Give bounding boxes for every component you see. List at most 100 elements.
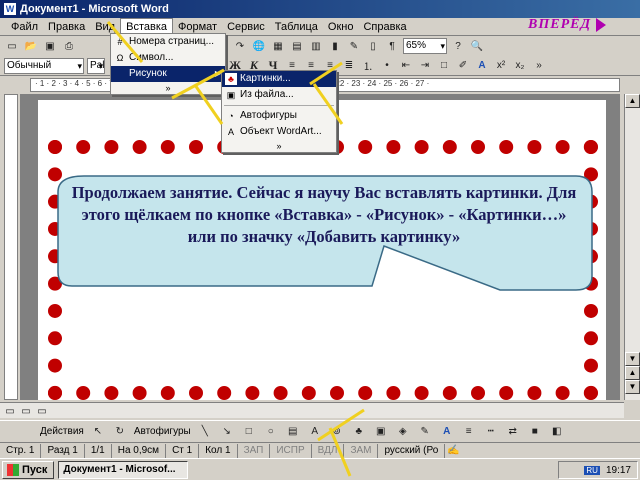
status-language: русский (Ро <box>378 443 446 458</box>
windows-flag-icon <box>7 463 19 476</box>
open-folder-icon[interactable]: 📂 <box>23 38 39 54</box>
menu-picture[interactable]: Рисунок ▶ <box>111 66 225 82</box>
forward-button[interactable]: ВПЕРЁД <box>528 17 606 33</box>
textbox-icon[interactable]: ▤ <box>285 424 301 440</box>
page-number-icon: # <box>117 37 123 47</box>
columns-icon[interactable]: ▮ <box>327 38 343 54</box>
line-icon[interactable]: ╲ <box>197 424 213 440</box>
zoom-select[interactable]: 65% <box>403 38 447 54</box>
prev-page-icon[interactable]: ▲ <box>625 366 640 380</box>
increase-indent-icon[interactable]: ⇥ <box>417 58 433 74</box>
shadow-icon[interactable]: ■ <box>527 424 543 440</box>
forward-arrow-icon <box>595 17 606 32</box>
window-titlebar: W Документ1 - Microsoft Word <box>0 0 640 18</box>
status-page: Стр. 1 <box>0 443 42 458</box>
drawing-toolbar: Действия ↖ ↻ Автофигуры ╲ ↘ □ ○ ▤ A ⊚ ♣ … <box>0 420 640 442</box>
insert-table-icon[interactable]: ▤ <box>289 38 305 54</box>
drawing-icon[interactable]: ✎ <box>346 38 362 54</box>
3d-icon[interactable]: ◧ <box>549 424 565 440</box>
status-rec[interactable]: ЗАП <box>238 443 271 458</box>
apple-page-border <box>48 140 598 400</box>
numbering-icon[interactable]: ⒈ <box>360 58 376 74</box>
menu-page-numbers[interactable]: # Номера страниц... <box>111 34 225 50</box>
select-objects-icon[interactable]: ↖ <box>90 424 106 440</box>
menu-tools[interactable]: Сервис <box>222 19 270 35</box>
menu-window[interactable]: Окно <box>323 19 359 35</box>
dash-style-icon[interactable]: ┅ <box>483 424 499 440</box>
next-page-icon[interactable]: ▼ <box>625 380 640 394</box>
word-app-icon: W <box>4 3 16 15</box>
print-icon[interactable]: ⎙ <box>61 38 77 54</box>
start-button[interactable]: Пуск <box>2 460 55 479</box>
normal-view-icon[interactable]: ▭ <box>2 403 18 419</box>
print-view-icon[interactable]: ▭ <box>34 403 50 419</box>
hyperlink-icon[interactable]: 🌐 <box>251 38 267 54</box>
toolbar-options-icon[interactable]: » <box>531 58 547 74</box>
menu-help[interactable]: Справка <box>358 19 411 35</box>
menu-wordart-label: Объект WordArt... <box>240 126 322 137</box>
autoshapes-menu[interactable]: Автофигуры <box>134 426 191 437</box>
style-select[interactable]: Обычный <box>4 57 84 74</box>
tables-borders-icon[interactable]: ▦ <box>270 38 286 54</box>
menu-symbol[interactable]: Ω Символ... <box>111 50 225 66</box>
status-ovr[interactable]: ЗАМ <box>344 443 379 458</box>
wordart-icon[interactable]: A <box>307 424 323 440</box>
new-document-icon[interactable]: ▭ <box>4 38 20 54</box>
status-track[interactable]: ИСПР <box>270 443 312 458</box>
menu-wordart[interactable]: A Объект WordArt... <box>222 124 336 140</box>
scroll-down-icon[interactable]: ▼ <box>625 352 640 366</box>
web-view-icon[interactable]: ▭ <box>18 403 34 419</box>
status-pages: 1/1 <box>85 443 112 458</box>
menu-clipart[interactable]: ♣ Картинки... <box>222 71 336 87</box>
find-icon[interactable]: 🔍 <box>469 38 485 54</box>
vertical-scrollbar[interactable]: ▲ ▼ ▲ ▼ <box>624 94 640 400</box>
oval-icon[interactable]: ○ <box>263 424 279 440</box>
superscript-icon[interactable]: x² <box>493 58 509 74</box>
insert-excel-icon[interactable]: ▥ <box>308 38 324 54</box>
window-title: Документ1 - Microsoft Word <box>20 3 169 15</box>
insert-picture-icon[interactable]: ▣ <box>373 424 389 440</box>
menu-file[interactable]: Файл <box>6 19 43 35</box>
arrow-style-icon[interactable]: ⇄ <box>505 424 521 440</box>
clock: 19:17 <box>605 464 631 476</box>
free-rotate-icon[interactable]: ↻ <box>112 424 128 440</box>
vertical-ruler <box>4 94 18 400</box>
scroll-up-icon[interactable]: ▲ <box>625 94 640 108</box>
insert-clipart-icon[interactable]: ♣ <box>351 424 367 440</box>
drawing-actions-menu[interactable]: Действия <box>40 426 84 437</box>
arrow-icon[interactable]: ↘ <box>219 424 235 440</box>
subscript-icon[interactable]: x₂ <box>512 58 528 74</box>
save-icon[interactable]: ▣ <box>42 38 58 54</box>
border-icon[interactable]: □ <box>436 58 452 74</box>
drawing-font-color-icon[interactable]: A <box>439 424 455 440</box>
show-hide-icon[interactable]: ¶ <box>384 38 400 54</box>
line-style-icon[interactable]: ≡ <box>461 424 477 440</box>
expand-menu-icon[interactable]: » <box>111 82 225 94</box>
font-color-icon[interactable]: A <box>474 58 490 74</box>
highlight-icon[interactable]: ✐ <box>455 58 471 74</box>
taskbar-word-item[interactable]: Документ1 - Microsof... <box>58 460 189 479</box>
justify-icon[interactable]: ≣ <box>341 58 357 74</box>
expand-submenu-icon[interactable]: » <box>222 140 336 152</box>
diagram-icon[interactable]: ⊚ <box>329 424 345 440</box>
callout-text: Продолжаем занятие. Сейчас я научу Вас в… <box>71 183 577 246</box>
language-indicator[interactable]: RU <box>584 465 600 475</box>
font-select[interactable]: Palatino Linotype <box>87 57 105 74</box>
menu-picture-label: Рисунок <box>129 68 167 79</box>
document-map-icon[interactable]: ▯ <box>365 38 381 54</box>
forward-label: ВПЕРЁД <box>528 17 592 32</box>
help-icon[interactable]: ? <box>450 38 466 54</box>
redo-icon[interactable]: ↷ <box>232 38 248 54</box>
fill-color-icon[interactable]: ◈ <box>395 424 411 440</box>
menu-autoshapes[interactable]: ◔ Автофигуры <box>222 108 336 124</box>
menu-table[interactable]: Таблица <box>270 19 323 35</box>
menu-separator <box>224 105 334 106</box>
decrease-indent-icon[interactable]: ⇤ <box>398 58 414 74</box>
rectangle-icon[interactable]: □ <box>241 424 257 440</box>
menu-edit[interactable]: Правка <box>43 19 90 35</box>
menu-from-file[interactable]: ▣ Из файла... <box>222 87 336 103</box>
horizontal-scrollbar[interactable]: ▭ ▭ ▭ <box>0 402 624 418</box>
bullets-icon[interactable]: • <box>379 58 395 74</box>
line-color-icon[interactable]: ✎ <box>417 424 433 440</box>
status-ext[interactable]: ВДЛ <box>312 443 345 458</box>
